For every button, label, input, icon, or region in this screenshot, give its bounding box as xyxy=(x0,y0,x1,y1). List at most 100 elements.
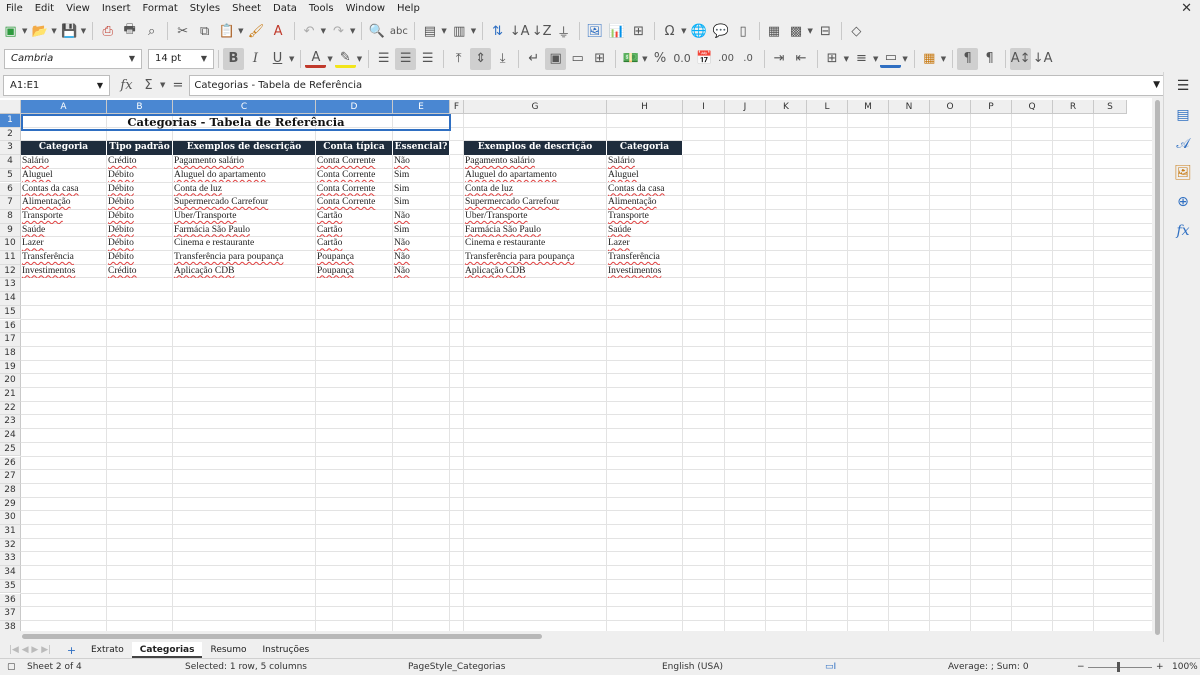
row-header-36[interactable]: 36 xyxy=(0,593,21,608)
row-header-5[interactable]: 5 xyxy=(0,168,21,183)
table1-cell[interactable]: Poupança xyxy=(316,265,393,279)
delete-decimal-icon[interactable]: .0 xyxy=(738,48,759,70)
row-header-23[interactable]: 23 xyxy=(0,415,21,430)
menu-view[interactable]: View xyxy=(60,0,96,17)
row-header-25[interactable]: 25 xyxy=(0,442,21,457)
menu-sheet[interactable]: Sheet xyxy=(226,0,267,17)
split-window-icon[interactable]: ⊟ xyxy=(815,20,836,42)
table1-cell[interactable]: Débito xyxy=(107,251,173,265)
table1-cell[interactable]: Sim xyxy=(393,183,450,197)
table1-cell[interactable]: Farmácia São Paulo xyxy=(173,224,316,238)
column-header-k[interactable]: K xyxy=(766,100,807,114)
row-header-14[interactable]: 14 xyxy=(0,292,21,306)
row-header-6[interactable]: 6 xyxy=(0,182,21,197)
table2-cell[interactable]: Supermercado Carrefour xyxy=(464,196,607,210)
unmerge-cells-icon[interactable]: ⊞ xyxy=(589,48,610,70)
row-icon[interactable]: ▤ xyxy=(419,20,440,42)
table1-cell[interactable]: Débito xyxy=(107,224,173,238)
table1-cell[interactable]: Cartão xyxy=(316,237,393,251)
table1-header[interactable]: Categoria xyxy=(21,141,107,156)
table1-cell[interactable]: Débito xyxy=(107,237,173,251)
selection-mode-icon[interactable]: ▭I xyxy=(825,659,836,675)
table1-cell[interactable]: Transferência para poupança xyxy=(173,251,316,265)
table1-cell[interactable]: Não xyxy=(393,251,450,265)
font-name-box[interactable]: Cambria ▼ xyxy=(4,48,142,69)
zoom-slider-handle[interactable] xyxy=(1117,662,1120,672)
define-print-area-icon[interactable]: ▦ xyxy=(764,20,785,42)
decrease-indent-icon[interactable]: ⇤ xyxy=(791,48,812,70)
table1-cell[interactable]: Conta Corrente xyxy=(316,183,393,197)
table1-cell[interactable]: Não xyxy=(393,237,450,251)
table2-header[interactable]: Categoria xyxy=(607,141,683,156)
column-header-s[interactable]: S xyxy=(1094,100,1127,114)
merged-title-cell[interactable]: Categorias - Tabela de Referência xyxy=(21,114,451,131)
table1-cell[interactable]: Débito xyxy=(107,169,173,183)
table1-cell[interactable]: Sim xyxy=(393,169,450,183)
table1-cell[interactable]: Débito xyxy=(107,196,173,210)
sort-ascending-icon[interactable]: ↓A xyxy=(509,20,530,42)
pivot-table-icon[interactable]: ⊞ xyxy=(628,20,649,42)
merge-cells-icon[interactable]: ▭ xyxy=(567,48,588,70)
hyperlink-icon[interactable]: 🌐 xyxy=(689,20,710,42)
column-header-q[interactable]: Q xyxy=(1012,100,1053,114)
border-color-icon[interactable]: ▭ xyxy=(880,50,902,68)
column-header-h[interactable]: H xyxy=(607,100,683,114)
menu-help[interactable]: Help xyxy=(391,0,426,17)
column-icon[interactable]: ▥ xyxy=(449,20,470,42)
table2-cell[interactable]: Aplicação CDB xyxy=(464,265,607,279)
align-left-icon[interactable]: ☰ xyxy=(373,48,394,70)
navigator-icon[interactable]: ⊕ xyxy=(1173,192,1193,212)
vertical-scrollbar[interactable] xyxy=(1152,98,1163,642)
percent-format-icon[interactable]: % xyxy=(650,48,671,70)
undo-icon[interactable]: ↶ xyxy=(299,20,320,42)
table1-cell[interactable]: Crédito xyxy=(107,265,173,279)
formula-icon[interactable]: = xyxy=(167,74,188,96)
increase-indent-icon[interactable]: ⇥ xyxy=(769,48,790,70)
row-header-35[interactable]: 35 xyxy=(0,579,21,594)
row-header-8[interactable]: 8 xyxy=(0,209,21,224)
italic-icon[interactable]: I xyxy=(245,48,266,70)
table2-cell[interactable]: Contas da casa xyxy=(607,183,683,197)
table2-cell[interactable]: Pagamento salário xyxy=(464,155,607,169)
table1-header[interactable]: Essencial? xyxy=(393,141,450,156)
row-header-9[interactable]: 9 xyxy=(0,223,21,238)
menu-insert[interactable]: Insert xyxy=(96,0,137,17)
row-header-7[interactable]: 7 xyxy=(0,196,21,210)
add-decimal-icon[interactable]: .00 xyxy=(716,48,737,70)
clone-formatting-icon[interactable]: 🖌 xyxy=(246,20,267,42)
column-header-p[interactable]: P xyxy=(971,100,1012,114)
column-header-o[interactable]: O xyxy=(930,100,971,114)
chevron-down-icon[interactable]: ▼ xyxy=(97,81,103,90)
table2-cell[interactable]: Salário xyxy=(607,155,683,169)
table1-cell[interactable]: Salário xyxy=(21,155,107,169)
table2-cell[interactable]: Saúde xyxy=(607,224,683,238)
column-header-l[interactable]: L xyxy=(807,100,848,114)
row-header-4[interactable]: 4 xyxy=(0,155,21,169)
row-header-19[interactable]: 19 xyxy=(0,360,21,375)
table1-cell[interactable]: Não xyxy=(393,265,450,279)
menu-tools[interactable]: Tools xyxy=(303,0,340,17)
row-header-17[interactable]: 17 xyxy=(0,333,21,347)
horizontal-scroll-thumb[interactable] xyxy=(22,634,542,639)
table2-cell[interactable]: Uber/Transporte xyxy=(464,210,607,224)
borders-icon[interactable]: ⊞ xyxy=(822,48,843,70)
merge-center-icon[interactable]: ▣ xyxy=(545,47,567,70)
sort-icon[interactable]: ⇅ xyxy=(487,20,508,42)
table1-cell[interactable]: Débito xyxy=(107,210,173,224)
redo-icon[interactable]: ↷ xyxy=(328,20,349,42)
table1-cell[interactable]: Aluguel xyxy=(21,169,107,183)
table1-cell[interactable]: Contas da casa xyxy=(21,183,107,197)
column-header-a[interactable]: A xyxy=(21,100,107,114)
conditional-format-icon[interactable]: ▦ xyxy=(919,48,940,70)
gallery-icon[interactable]: 🖼 xyxy=(1173,163,1193,183)
row-header-27[interactable]: 27 xyxy=(0,470,21,484)
table1-cell[interactable]: Cartão xyxy=(316,210,393,224)
page-style[interactable]: PageStyle_Categorias xyxy=(408,659,505,675)
table1-cell[interactable]: Pagamento salário xyxy=(173,155,316,169)
spelling-icon[interactable]: abc xyxy=(388,20,409,42)
table1-cell[interactable]: Conta Corrente xyxy=(316,196,393,210)
row-header-37[interactable]: 37 xyxy=(0,607,21,621)
row-header-26[interactable]: 26 xyxy=(0,456,21,471)
column-header-b[interactable]: B xyxy=(107,100,173,114)
table1-cell[interactable]: Não xyxy=(393,155,450,169)
